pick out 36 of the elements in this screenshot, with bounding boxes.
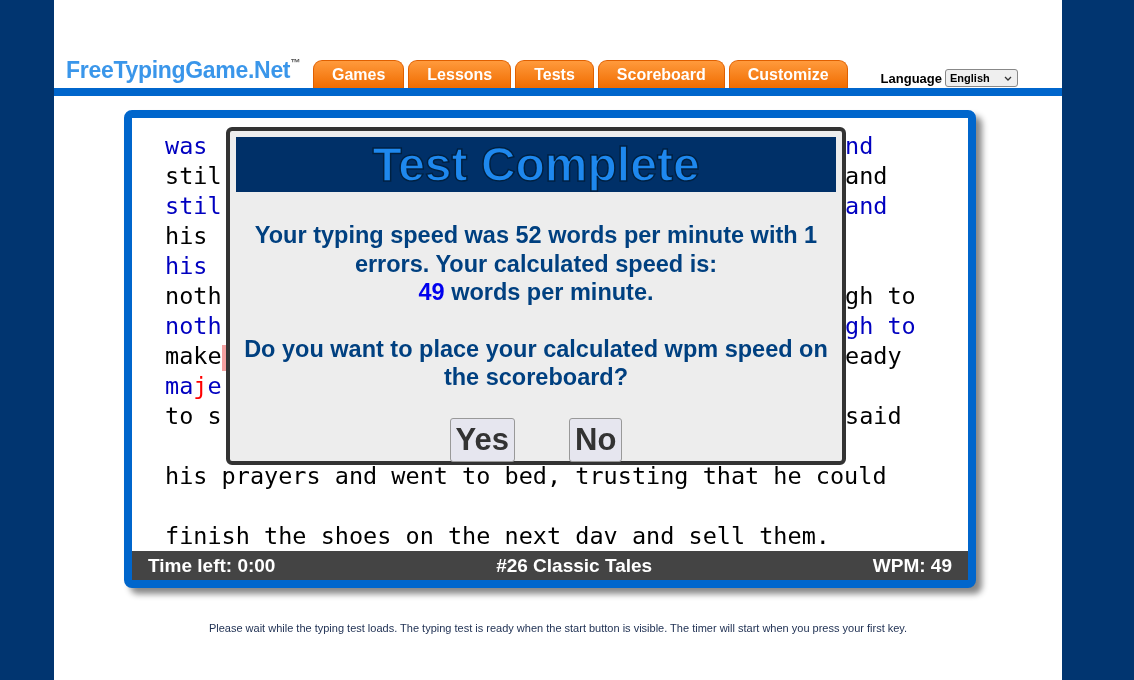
typed-text: stil	[165, 191, 222, 221]
dialog-title: Test Complete	[236, 137, 836, 192]
passage-text: stil	[165, 161, 222, 191]
loading-note: Please wait while the typing test loads. The typing test is ready when the start button is visible. The timer will start when you press your first key.	[207, 622, 909, 634]
passage-text: to s	[165, 401, 222, 431]
typed-text: was	[165, 131, 208, 161]
typed-text: nd	[845, 131, 874, 161]
nav-tab[interactable]: Scoreboard	[597, 60, 725, 88]
nav-tab[interactable]: Lessons	[408, 60, 512, 88]
passage-text: his prayers and went to bed, trusting that he could	[165, 461, 887, 491]
nav-tab[interactable]: Tests	[515, 60, 594, 88]
passage-text: gh to	[845, 281, 916, 311]
typed-text: noth	[165, 311, 222, 341]
typed-text: and	[845, 191, 888, 221]
passage-text: eady	[845, 341, 902, 371]
nav-tab[interactable]: Games	[312, 60, 405, 88]
passage-text: said	[845, 401, 902, 431]
chevron-icon	[1004, 75, 1012, 81]
typed-text: maj e	[165, 371, 222, 401]
language-label: Language	[880, 70, 942, 86]
time-left: Time left: 0:00	[148, 554, 276, 577]
test-title: #26 Classic Tales	[496, 554, 653, 577]
typed-text: gh to	[845, 311, 916, 341]
passage-text: his	[165, 221, 208, 251]
passage-text: finish the shoes on the next dav and sell them.	[165, 521, 830, 551]
wpm-reading: WPM: 49	[872, 554, 952, 577]
scoreboard-question: Do you want to place your calculated wpm speed on the scoreboard?	[243, 334, 829, 392]
nav-tab[interactable]: Customize	[728, 60, 848, 88]
typed-text: his	[165, 251, 208, 281]
result-message: Your typing speed was 52 words per minute with 1 errors. Your calculated speed is: 49 words per minute.	[253, 221, 819, 307]
yes-button[interactable]: Yes	[449, 417, 516, 462]
language-select[interactable]: English	[945, 69, 1018, 87]
passage-text: noth	[165, 281, 222, 311]
site-logo[interactable]: FreeTypingGame.Net$^{™}$	[66, 57, 300, 84]
no-button[interactable]: No	[569, 417, 623, 462]
passage-text: and	[845, 161, 888, 191]
